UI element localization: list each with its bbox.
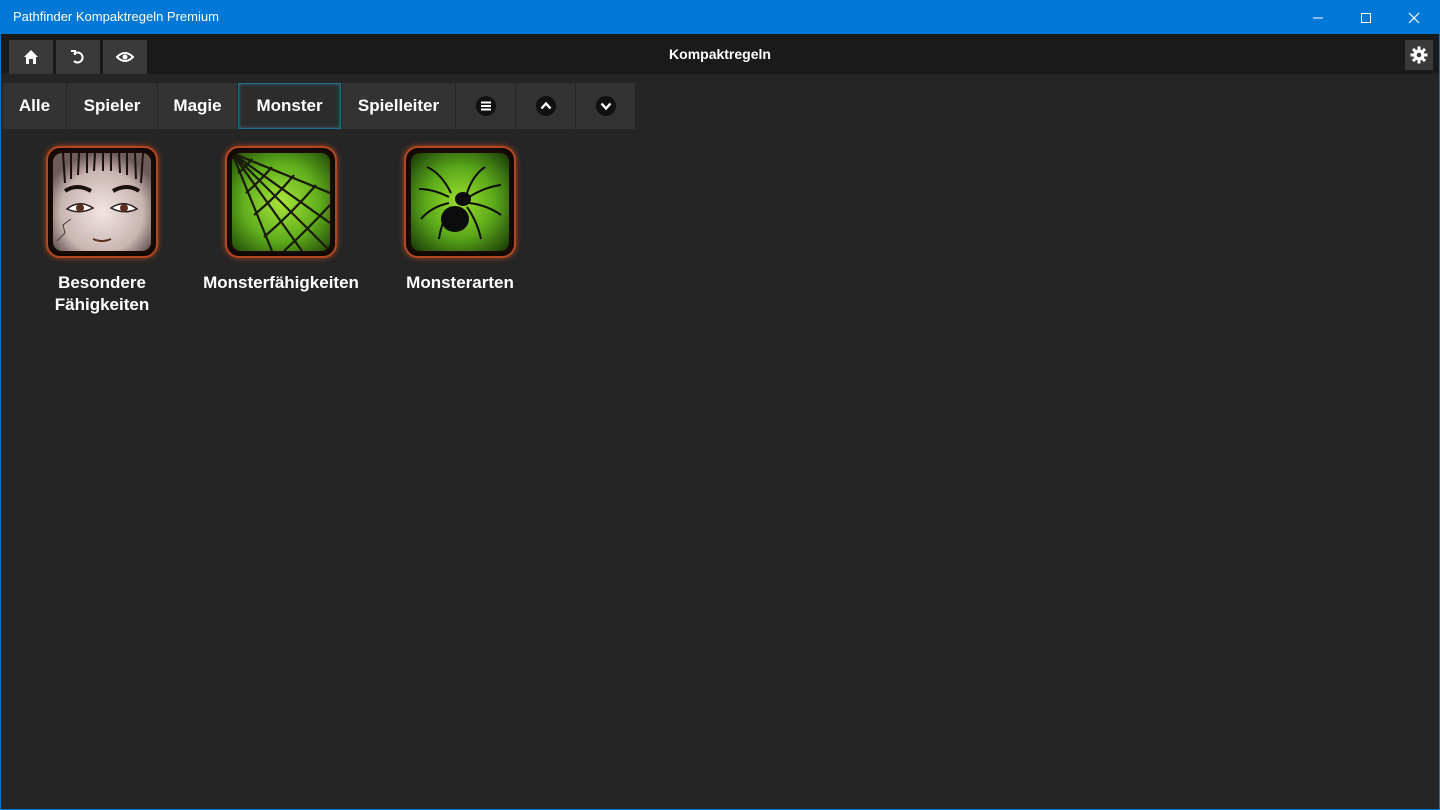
title-bar: Pathfinder Kompaktregeln Premium xyxy=(1,1,1439,34)
scroll-down-button[interactable] xyxy=(576,83,635,129)
window-title: Pathfinder Kompaktregeln Premium xyxy=(13,9,219,24)
page-title: Kompaktregeln xyxy=(669,46,771,62)
tile-label: Besondere Fähigkeiten xyxy=(12,272,192,316)
tab-monster[interactable]: Monster xyxy=(238,83,341,129)
tile-icon-frame xyxy=(225,146,337,258)
tile-monsterfaehigkeiten[interactable]: Monsterfähigkeiten xyxy=(191,146,371,294)
tile-besondere-faehigkeiten[interactable]: Besondere Fähigkeiten xyxy=(12,146,192,316)
minimize-button[interactable] xyxy=(1295,1,1341,34)
tile-label: Monsterarten xyxy=(406,273,514,292)
tile-icon-frame xyxy=(404,146,516,258)
tile-icon-frame xyxy=(46,146,158,258)
spider-icon xyxy=(411,153,509,251)
chevron-up-icon xyxy=(535,96,556,116)
close-icon xyxy=(1408,12,1420,23)
maximize-button[interactable] xyxy=(1343,1,1389,34)
chevron-down-icon xyxy=(595,96,616,116)
tile-label-line1: Besondere xyxy=(58,273,146,292)
menu-icon xyxy=(475,96,496,116)
tab-alle[interactable]: Alle xyxy=(3,83,66,129)
tile-label-line2: Fähigkeiten xyxy=(54,295,150,314)
tile-monsterarten[interactable]: Monsterarten xyxy=(370,146,550,294)
app-window: Pathfinder Kompaktregeln Premium Kompakt… xyxy=(0,0,1440,810)
scroll-up-button[interactable] xyxy=(516,83,575,129)
tile-label: Monsterfähigkeiten xyxy=(203,273,359,292)
close-button[interactable] xyxy=(1391,1,1437,34)
tab-spieler[interactable]: Spieler xyxy=(67,83,157,129)
tab-magie[interactable]: Magie xyxy=(158,83,237,129)
gear-icon xyxy=(1410,46,1428,64)
tab-spielleiter[interactable]: Spielleiter xyxy=(342,83,455,129)
minimize-icon xyxy=(1313,17,1323,18)
app-toolbar: Kompaktregeln xyxy=(1,34,1439,74)
settings-button[interactable] xyxy=(1405,40,1433,70)
face-icon xyxy=(53,153,151,251)
maximize-icon xyxy=(1361,12,1371,23)
menu-button[interactable] xyxy=(456,83,515,129)
spiderweb-icon xyxy=(232,153,330,251)
category-tabs: Alle Spieler Magie Monster Spielleiter xyxy=(3,83,636,129)
